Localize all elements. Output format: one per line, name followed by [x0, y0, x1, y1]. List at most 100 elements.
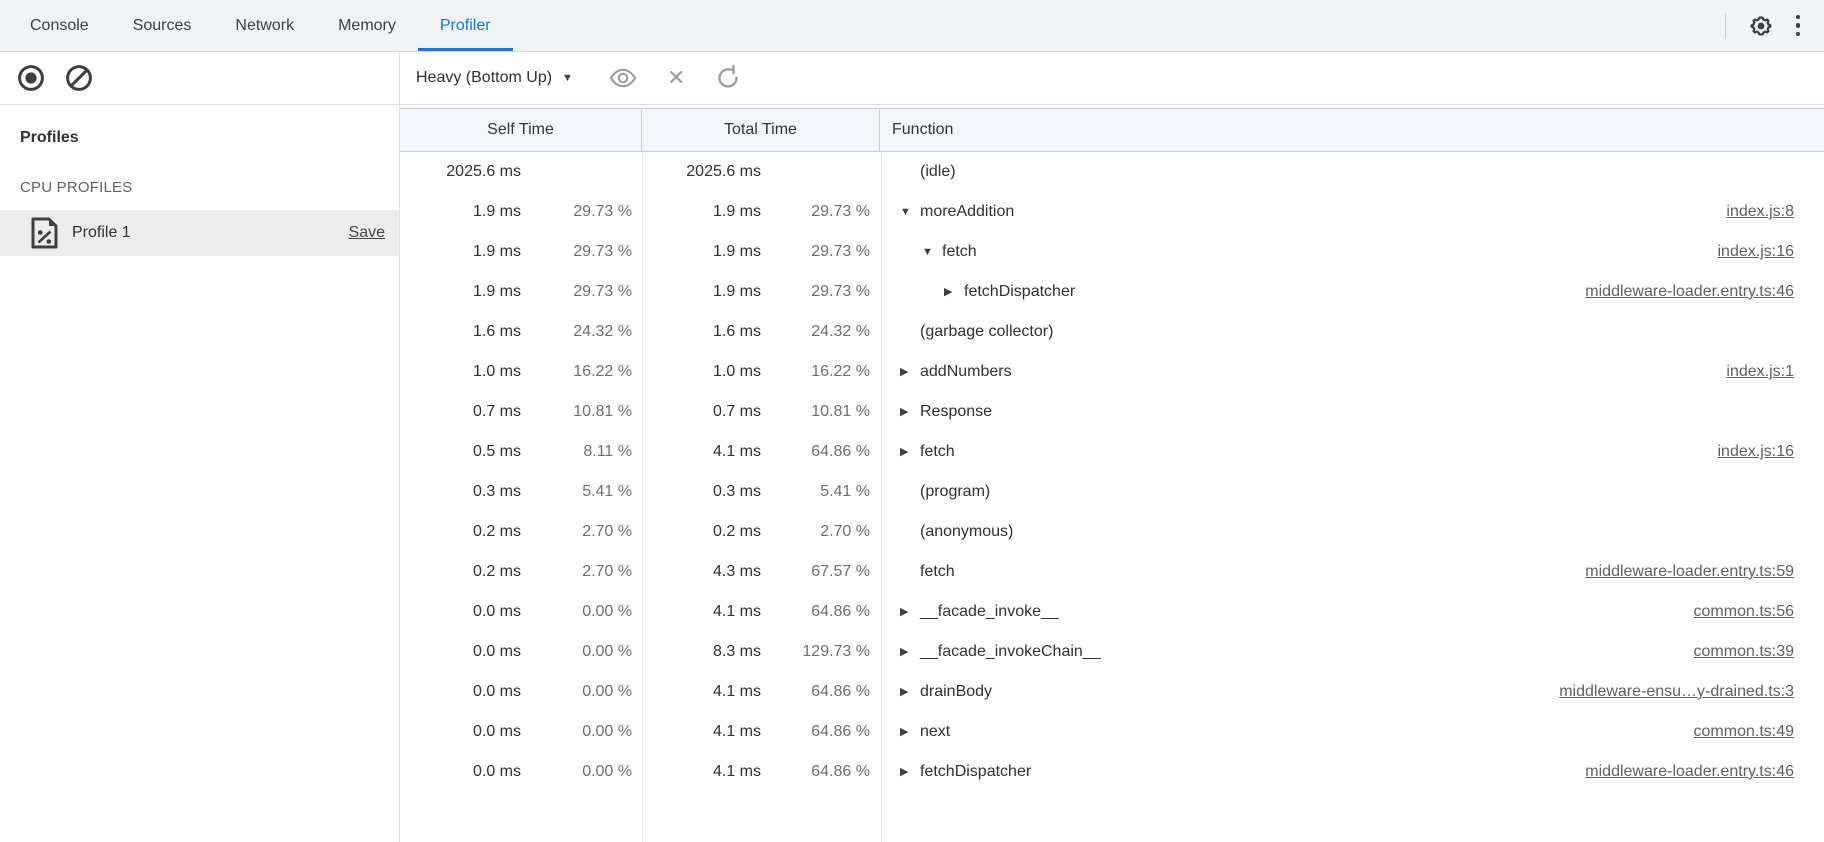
function-name: __facade_invokeChain__: [920, 632, 1101, 672]
table-row[interactable]: 0.3 ms 5.41 % 0.3 ms 5.41 % (program): [400, 472, 1824, 512]
tab-sources[interactable]: Sources: [111, 0, 214, 51]
delete-node-button[interactable]: ✕: [667, 67, 685, 89]
total-time-value: 0.3 ms: [642, 472, 761, 512]
total-time-value: 2025.6 ms: [642, 152, 761, 192]
self-time-value: 1.9 ms: [400, 232, 521, 272]
source-location-link[interactable]: common.ts:39: [1694, 632, 1824, 672]
tab-console[interactable]: Console: [8, 0, 111, 51]
tree-toggle-icon[interactable]: ▼: [922, 232, 942, 272]
source-location-link[interactable]: index.js:8: [1726, 192, 1824, 232]
total-time-cell: 0.2 ms 2.70 %: [642, 512, 880, 552]
tree-toggle-icon[interactable]: ▶: [900, 592, 920, 632]
table-row[interactable]: 0.5 ms 8.11 % 4.1 ms 64.86 % ▶ fetch ind…: [400, 432, 1824, 472]
table-row[interactable]: 2025.6 ms 2025.6 ms (idle): [400, 152, 1824, 192]
column-header-total-time[interactable]: Total Time: [642, 109, 880, 151]
tree-toggle-icon[interactable]: ▶: [900, 672, 920, 712]
table-row[interactable]: 1.0 ms 16.22 % 1.0 ms 16.22 % ▶ addNumbe…: [400, 352, 1824, 392]
total-time-value: 4.1 ms: [642, 712, 761, 752]
total-time-cell: 1.9 ms 29.73 %: [642, 192, 880, 232]
total-time-cell: 1.0 ms 16.22 %: [642, 352, 880, 392]
self-time-value: 0.0 ms: [400, 752, 521, 792]
self-time-value: 0.0 ms: [400, 592, 521, 632]
source-location-link[interactable]: index.js:16: [1718, 432, 1824, 472]
table-row[interactable]: 0.2 ms 2.70 % 0.2 ms 2.70 % (anonymous): [400, 512, 1824, 552]
table-row[interactable]: 0.0 ms 0.00 % 4.1 ms 64.86 % ▶ next comm…: [400, 712, 1824, 752]
focus-selected-button[interactable]: [609, 68, 637, 88]
function-cell: (program): [880, 472, 1824, 512]
restore-nodes-button[interactable]: [715, 65, 741, 91]
record-profile-button[interactable]: [17, 64, 45, 92]
source-location-link[interactable]: common.ts:49: [1694, 712, 1824, 752]
source-location-link[interactable]: middleware-loader.entry.ts:59: [1585, 552, 1824, 592]
tree-toggle-icon[interactable]: ▶: [944, 272, 964, 312]
eye-icon: [609, 68, 637, 88]
tree-toggle-icon[interactable]: ▶: [900, 392, 920, 432]
sidebar-item-profile-1[interactable]: Profile 1 Save: [0, 210, 399, 256]
table-row[interactable]: 0.7 ms 10.81 % 0.7 ms 10.81 % ▶ Response: [400, 392, 1824, 432]
table-row[interactable]: 0.0 ms 0.00 % 8.3 ms 129.73 % ▶ __facade…: [400, 632, 1824, 672]
table-row[interactable]: 0.0 ms 0.00 % 4.1 ms 64.86 % ▶ __facade_…: [400, 592, 1824, 632]
table-row[interactable]: 0.0 ms 0.00 % 4.1 ms 64.86 % ▶ fetchDisp…: [400, 752, 1824, 792]
self-time-percent: 16.22 %: [521, 352, 642, 392]
self-time-value: 0.0 ms: [400, 672, 521, 712]
tab-memory[interactable]: Memory: [316, 0, 418, 51]
profiles-sidebar: Profiles CPU PROFILES Profile 1 Save: [0, 105, 400, 842]
self-time-cell: 0.2 ms 2.70 %: [400, 552, 642, 592]
column-header-self-time[interactable]: Self Time: [400, 109, 642, 151]
function-name: (idle): [920, 152, 956, 192]
table-row[interactable]: 0.0 ms 0.00 % 4.1 ms 64.86 % ▶ drainBody…: [400, 672, 1824, 712]
self-time-cell: 0.0 ms 0.00 %: [400, 672, 642, 712]
self-time-percent: 0.00 %: [521, 672, 642, 712]
self-time-cell: 1.0 ms 16.22 %: [400, 352, 642, 392]
function-name: (program): [920, 472, 990, 512]
tab-network[interactable]: Network: [213, 0, 316, 51]
save-profile-link[interactable]: Save: [349, 224, 385, 242]
total-time-cell: 0.7 ms 10.81 %: [642, 392, 880, 432]
self-time-percent: 8.11 %: [521, 432, 642, 472]
function-cell: ▼ moreAddition index.js:8: [880, 192, 1824, 232]
self-time-percent: 10.81 %: [521, 392, 642, 432]
source-location-link[interactable]: middleware-loader.entry.ts:46: [1585, 752, 1824, 792]
total-time-percent: 64.86 %: [761, 752, 880, 792]
tree-toggle-icon[interactable]: ▼: [900, 192, 920, 232]
view-mode-value: Heavy (Bottom Up): [416, 69, 552, 87]
more-options-button[interactable]: [1796, 15, 1801, 37]
total-time-value: 8.3 ms: [642, 632, 761, 672]
table-row[interactable]: 1.6 ms 24.32 % 1.6 ms 24.32 % (garbage c…: [400, 312, 1824, 352]
settings-button[interactable]: [1748, 13, 1774, 39]
tree-toggle-icon[interactable]: ▶: [900, 632, 920, 672]
function-cell: ▶ __facade_invoke__ common.ts:56: [880, 592, 1824, 632]
profile-name: Profile 1: [72, 224, 131, 242]
source-location-link[interactable]: middleware-ensu…y-drained.ts:3: [1559, 672, 1824, 712]
column-header-function[interactable]: Function: [880, 109, 1824, 151]
function-cell: ▶ __facade_invokeChain__ common.ts:39: [880, 632, 1824, 672]
total-time-value: 4.3 ms: [642, 552, 761, 592]
self-time-cell: 0.0 ms 0.00 %: [400, 752, 642, 792]
function-cell: ▶ fetch index.js:16: [880, 432, 1824, 472]
tabbar-right-controls: [1725, 0, 1824, 51]
function-name: (anonymous): [920, 512, 1013, 552]
total-time-percent: 24.32 %: [761, 312, 880, 352]
self-time-cell: 0.2 ms 2.70 %: [400, 512, 642, 552]
table-row[interactable]: 0.2 ms 2.70 % 4.3 ms 67.57 % fetch middl…: [400, 552, 1824, 592]
table-row[interactable]: 1.9 ms 29.73 % 1.9 ms 29.73 % ▼ fetch in…: [400, 232, 1824, 272]
tab-profiler[interactable]: Profiler: [418, 0, 513, 51]
self-time-value: 0.3 ms: [400, 472, 521, 512]
tree-toggle-icon[interactable]: ▶: [900, 712, 920, 752]
source-location-link[interactable]: common.ts:56: [1694, 592, 1824, 632]
table-row[interactable]: 1.9 ms 29.73 % 1.9 ms 29.73 % ▼ moreAddi…: [400, 192, 1824, 232]
source-location-link[interactable]: middleware-loader.entry.ts:46: [1585, 272, 1824, 312]
clear-profiles-button[interactable]: [65, 64, 93, 92]
self-time-cell: 1.6 ms 24.32 %: [400, 312, 642, 352]
source-location-link[interactable]: index.js:1: [1726, 352, 1824, 392]
total-time-cell: 4.1 ms 64.86 %: [642, 752, 880, 792]
tree-toggle-icon[interactable]: ▶: [900, 752, 920, 792]
table-row[interactable]: 1.9 ms 29.73 % 1.9 ms 29.73 % ▶ fetchDis…: [400, 272, 1824, 312]
source-location-link[interactable]: index.js:16: [1718, 232, 1824, 272]
tree-toggle-icon[interactable]: ▶: [900, 432, 920, 472]
total-time-percent: 10.81 %: [761, 392, 880, 432]
self-time-value: 1.9 ms: [400, 192, 521, 232]
view-mode-select[interactable]: Heavy (Bottom Up) ▼: [416, 69, 573, 87]
function-cell: ▶ drainBody middleware-ensu…y-drained.ts…: [880, 672, 1824, 712]
tree-toggle-icon[interactable]: ▶: [900, 352, 920, 392]
